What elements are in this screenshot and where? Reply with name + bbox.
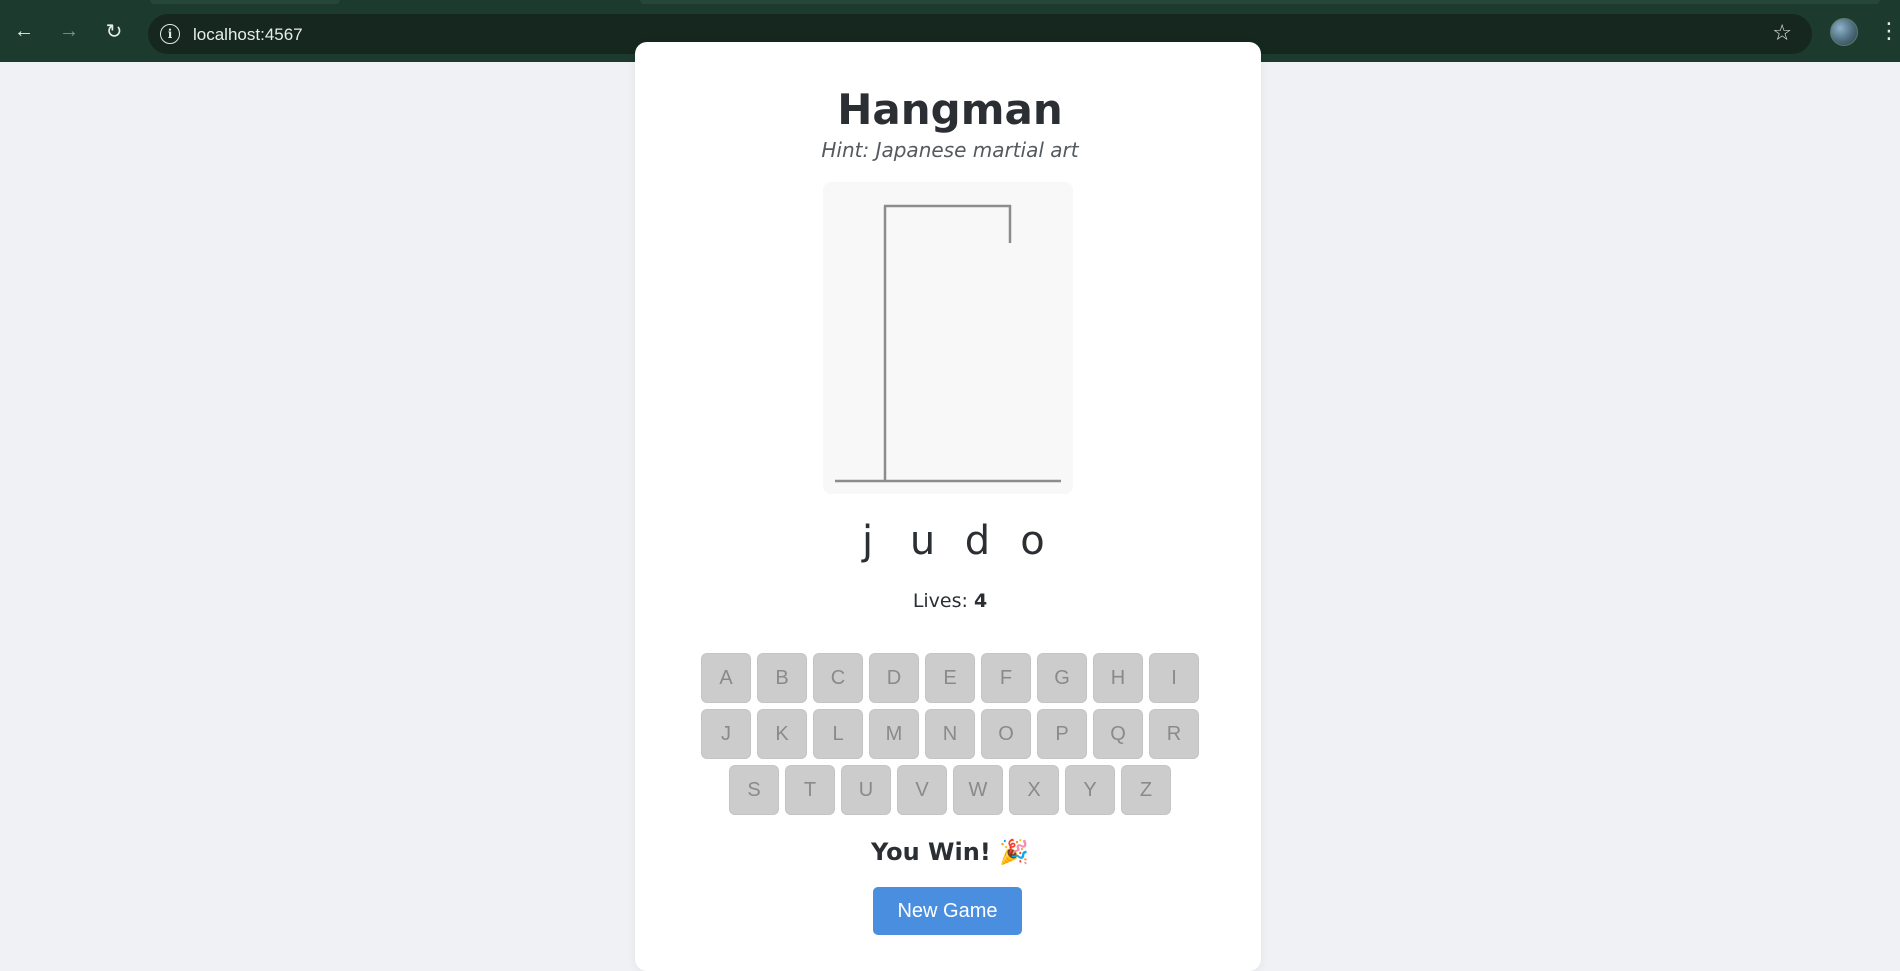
lives-value: 4: [973, 590, 988, 612]
word-letter: d: [964, 518, 991, 564]
word-display: judo: [0, 518, 1900, 568]
arrow-right-icon: →: [59, 19, 79, 42]
url-text[interactable]: localhost:4567: [193, 25, 303, 45]
tab-strip: [0, 0, 1900, 11]
back-button[interactable]: ←: [7, 14, 41, 48]
new-game-button[interactable]: New Game: [873, 887, 1022, 935]
word-letter: o: [1020, 518, 1045, 564]
reload-button[interactable]: ↻: [97, 14, 131, 48]
kebab-menu-icon[interactable]: ⋮: [1878, 14, 1900, 48]
letter-key-u[interactable]: U: [841, 765, 891, 815]
letter-key-p[interactable]: P: [1037, 709, 1087, 759]
letter-key-c[interactable]: C: [813, 653, 863, 703]
letter-key-m[interactable]: M: [869, 709, 919, 759]
letter-key-q[interactable]: Q: [1093, 709, 1143, 759]
letter-key-t[interactable]: T: [785, 765, 835, 815]
page-title: Hangman: [837, 85, 1063, 134]
letter-key-x[interactable]: X: [1009, 765, 1059, 815]
letter-key-n[interactable]: N: [925, 709, 975, 759]
reload-icon: ↻: [105, 20, 123, 43]
letter-key-f[interactable]: F: [981, 653, 1031, 703]
letter-key-i[interactable]: I: [1149, 653, 1199, 703]
forward-button[interactable]: →: [52, 14, 86, 48]
info-icon[interactable]: i: [160, 24, 180, 44]
tab[interactable]: [150, 0, 340, 4]
letter-key-r[interactable]: R: [1149, 709, 1199, 759]
letter-key-w[interactable]: W: [953, 765, 1003, 815]
letter-key-v[interactable]: V: [897, 765, 947, 815]
arrow-left-icon: ←: [14, 19, 34, 42]
letter-key-y[interactable]: Y: [1065, 765, 1115, 815]
lives-counter: Lives: 4: [0, 590, 1900, 612]
letter-key-e[interactable]: E: [925, 653, 975, 703]
letter-key-a[interactable]: A: [701, 653, 751, 703]
letter-key-h[interactable]: H: [1093, 653, 1143, 703]
gallows-svg: [835, 204, 1061, 483]
letter-key-j[interactable]: J: [701, 709, 751, 759]
letter-key-l[interactable]: L: [813, 709, 863, 759]
hint-text: Hint: Japanese martial art: [821, 138, 1079, 162]
result-message: You Win! 🎉: [870, 838, 1030, 866]
letter-key-o[interactable]: O: [981, 709, 1031, 759]
tab[interactable]: [640, 0, 1880, 4]
letter-key-z[interactable]: Z: [1121, 765, 1171, 815]
letter-key-k[interactable]: K: [757, 709, 807, 759]
star-icon[interactable]: ☆: [1772, 20, 1792, 46]
profile-avatar[interactable]: [1830, 18, 1858, 46]
hangman-drawing: [823, 182, 1073, 494]
letter-key-b[interactable]: B: [757, 653, 807, 703]
letter-key-d[interactable]: D: [869, 653, 919, 703]
word-letter: u: [909, 518, 936, 564]
word-letter: j: [861, 518, 874, 564]
lives-label: Lives:: [912, 590, 974, 612]
letter-key-g[interactable]: G: [1037, 653, 1087, 703]
keyboard-row: ABCDEFGHI: [701, 653, 1199, 703]
letter-keyboard: ABCDEFGHI JKLMNOPQR STUVWXYZ: [0, 653, 1900, 815]
keyboard-row: STUVWXYZ: [729, 765, 1171, 815]
letter-key-s[interactable]: S: [729, 765, 779, 815]
keyboard-row: JKLMNOPQR: [701, 709, 1199, 759]
